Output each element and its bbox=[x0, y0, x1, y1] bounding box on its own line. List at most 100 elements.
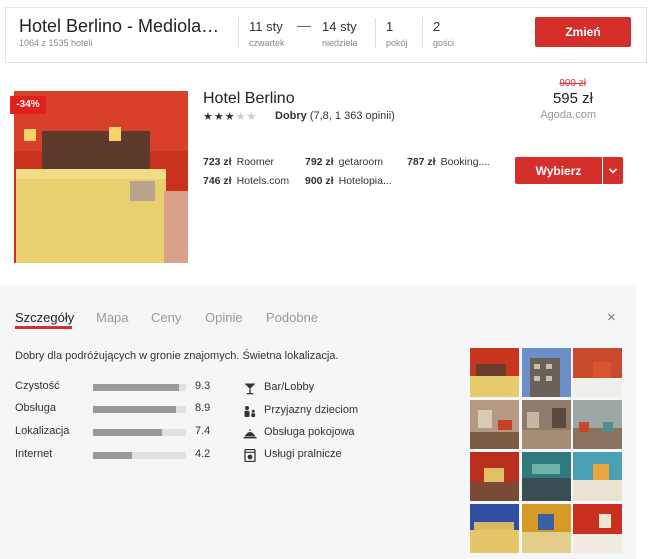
gallery-thumbnail[interactable] bbox=[573, 452, 622, 501]
gallery-thumbnail[interactable] bbox=[573, 400, 622, 449]
washing-machine-icon bbox=[244, 449, 256, 462]
cocktail-icon bbox=[244, 383, 256, 395]
gallery-thumbnail[interactable] bbox=[470, 348, 519, 397]
score-bar-fill bbox=[93, 384, 180, 391]
score-value: 9.3 bbox=[195, 380, 211, 392]
offer-item[interactable]: 787 zł Booking.... bbox=[407, 156, 490, 168]
hotel-main-photo[interactable] bbox=[14, 91, 188, 263]
score-label: Internet bbox=[15, 448, 53, 460]
room-photo-thumbnail bbox=[573, 504, 622, 553]
offer-price: 900 zł bbox=[305, 175, 334, 187]
guests-label: gości bbox=[433, 38, 455, 48]
offer-price: 746 zł bbox=[203, 175, 232, 187]
exterior-photo-thumbnail bbox=[522, 348, 571, 397]
offer-item[interactable]: 900 zł Hotelopia... bbox=[305, 175, 392, 187]
offer-item[interactable]: 792 zł getaroom bbox=[305, 156, 383, 168]
guests-count[interactable]: 2 bbox=[433, 19, 440, 34]
gallery-thumbnail[interactable] bbox=[522, 452, 571, 501]
hotel-summary: Dobry dla podróżujących w gronie znajomy… bbox=[15, 350, 339, 362]
tab-details[interactable]: Szczegóły bbox=[15, 310, 74, 325]
room-photo-thumbnail bbox=[470, 504, 519, 553]
gallery-thumbnail[interactable] bbox=[522, 348, 571, 397]
hotel-search-title[interactable]: Hotel Berlino - Mediola… bbox=[19, 16, 219, 37]
offer-site: Hotelopia... bbox=[338, 175, 392, 187]
amenity-label: Usługi pralnicze bbox=[264, 448, 342, 460]
score-value: 8.9 bbox=[195, 402, 211, 414]
date-separator: — bbox=[297, 17, 311, 33]
hotel-room-image bbox=[14, 91, 188, 263]
checkin-date[interactable]: 11 sty bbox=[249, 19, 283, 34]
star-rating: ★★★★★ bbox=[203, 110, 257, 123]
gallery-thumbnail[interactable] bbox=[470, 400, 519, 449]
result-count: 1064 z 1535 hoteli bbox=[19, 38, 93, 48]
close-icon[interactable]: × bbox=[607, 309, 616, 326]
offer-price: 787 zł bbox=[407, 156, 436, 168]
select-offer-button[interactable]: Wybierz bbox=[515, 157, 602, 184]
score-bar bbox=[93, 384, 186, 391]
score-bar bbox=[93, 429, 186, 436]
score-bar bbox=[93, 406, 186, 413]
old-price: 900 zł bbox=[559, 78, 586, 89]
rating-detail: (7,8, 1 363 opinii) bbox=[309, 110, 395, 122]
offer-site: Booking.... bbox=[440, 156, 491, 168]
offer-price: 723 zł bbox=[203, 156, 232, 168]
score-label: Obsługa bbox=[15, 402, 56, 414]
tab-reviews[interactable]: Opinie bbox=[205, 310, 243, 325]
gallery-thumbnail[interactable] bbox=[573, 504, 622, 553]
score-value: 7.4 bbox=[195, 425, 211, 437]
score-bar bbox=[93, 452, 186, 459]
rating-word: Dobry bbox=[275, 110, 307, 122]
more-offers-dropdown[interactable] bbox=[603, 157, 623, 184]
discount-badge: -34% bbox=[10, 96, 46, 114]
room-photo-thumbnail bbox=[522, 504, 571, 553]
star-filled-icon: ★ bbox=[224, 111, 236, 123]
offer-item[interactable]: 723 zł Roomer bbox=[203, 156, 274, 168]
bar-photo-thumbnail bbox=[522, 452, 571, 501]
checkin-day: czwartek bbox=[249, 38, 285, 48]
room-photo-thumbnail bbox=[470, 452, 519, 501]
amenity-label: Przyjazny dzieciom bbox=[264, 404, 359, 416]
gallery-thumbnail[interactable] bbox=[522, 504, 571, 553]
score-label: Lokalizacja bbox=[15, 425, 70, 437]
amenity-label: Obsługa pokojowa bbox=[264, 426, 355, 438]
rooms-label: pokój bbox=[386, 38, 408, 48]
divider bbox=[422, 18, 423, 48]
guest-rating[interactable]: Dobry (7,8, 1 363 opinii) bbox=[275, 110, 395, 122]
gallery-thumbnail[interactable] bbox=[522, 400, 571, 449]
room-photo-thumbnail bbox=[573, 452, 622, 501]
score-bar-fill bbox=[93, 452, 133, 459]
star-filled-icon: ★ bbox=[213, 111, 225, 123]
checkout-date[interactable]: 14 sty bbox=[322, 19, 357, 34]
gallery-thumbnail[interactable] bbox=[573, 348, 622, 397]
offer-site: getaroom bbox=[338, 156, 383, 168]
offer-site: Hotels.com bbox=[236, 175, 290, 187]
room-photo-thumbnail bbox=[573, 348, 622, 397]
price-source: Agoda.com bbox=[540, 109, 596, 121]
breakfast-room-photo-thumbnail bbox=[573, 400, 622, 449]
active-tab-indicator bbox=[15, 326, 72, 329]
score-bar-fill bbox=[93, 429, 162, 436]
divider bbox=[238, 18, 239, 48]
offer-price: 792 zł bbox=[305, 156, 334, 168]
gallery-thumbnail[interactable] bbox=[470, 504, 519, 553]
change-search-button[interactable]: Zmień bbox=[535, 17, 631, 47]
amenity-label: Bar/Lobby bbox=[264, 381, 315, 393]
gallery-thumbnail[interactable] bbox=[470, 452, 519, 501]
star-empty-icon: ★ bbox=[235, 111, 247, 123]
best-price: 595 zł bbox=[552, 90, 593, 107]
offer-site: Roomer bbox=[236, 156, 274, 168]
tab-similar[interactable]: Podobne bbox=[266, 310, 318, 325]
lobby-photo-thumbnail bbox=[470, 400, 519, 449]
rooms-count[interactable]: 1 bbox=[386, 19, 393, 34]
tab-prices[interactable]: Ceny bbox=[151, 310, 181, 325]
tab-map[interactable]: Mapa bbox=[96, 310, 129, 325]
hotel-name[interactable]: Hotel Berlino bbox=[203, 90, 295, 108]
family-icon bbox=[244, 406, 256, 417]
room-photo-thumbnail bbox=[470, 348, 519, 397]
room-service-icon bbox=[243, 429, 257, 439]
divider bbox=[375, 18, 376, 48]
star-empty-icon: ★ bbox=[246, 111, 258, 123]
offer-item[interactable]: 746 zł Hotels.com bbox=[203, 175, 289, 187]
score-label: Czystość bbox=[15, 380, 60, 392]
search-summary-bar: Hotel Berlino - Mediola… 1064 z 1535 hot… bbox=[5, 7, 647, 63]
